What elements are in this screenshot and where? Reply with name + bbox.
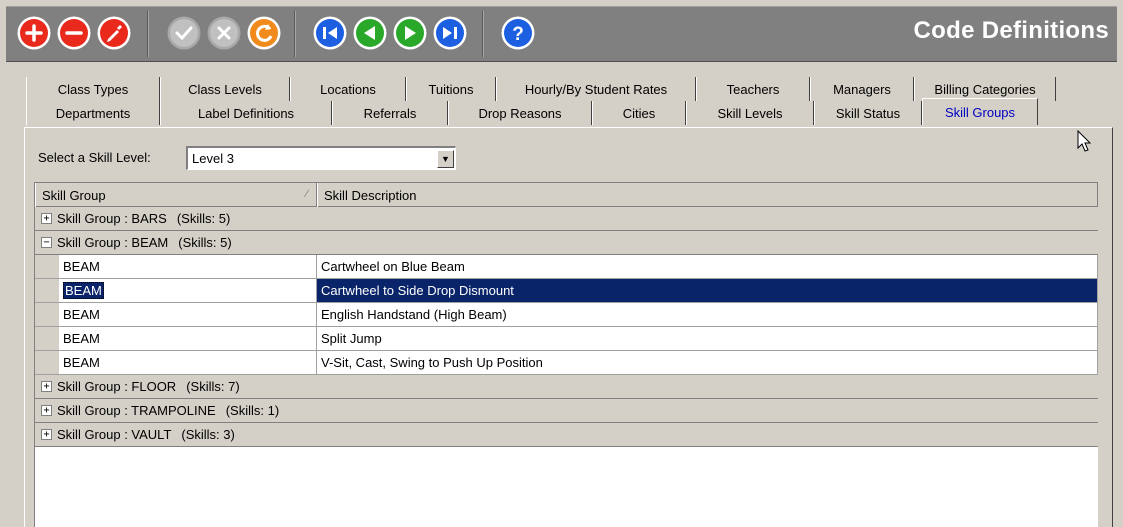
group-row[interactable]: + Skill Group : FLOOR (Skills: 7) <box>35 375 1098 399</box>
remove-icon[interactable] <box>56 15 92 51</box>
toolbar-separator <box>482 11 484 57</box>
tab-skill-status[interactable]: Skill Status <box>814 101 922 125</box>
row-indent <box>35 303 59 326</box>
tab-tuitions[interactable]: Tuitions <box>406 77 496 101</box>
table-row[interactable]: BEAM Cartwheel on Blue Beam <box>35 255 1098 279</box>
save-icon[interactable] <box>166 15 202 51</box>
cell-skill-group[interactable]: BEAM <box>59 279 317 302</box>
expand-icon[interactable]: + <box>41 429 52 440</box>
tab-class-levels[interactable]: Class Levels <box>160 77 290 101</box>
cell-skill-description[interactable]: English Handstand (High Beam) <box>317 303 1098 326</box>
table-row[interactable]: BEAM English Handstand (High Beam) <box>35 303 1098 327</box>
group-label: Skill Group : BARS <box>57 211 167 226</box>
group-count: (Skills: 7) <box>186 379 240 394</box>
cell-skill-group[interactable]: BEAM <box>59 303 317 326</box>
dropdown-arrow-icon[interactable]: ▼ <box>437 149 454 168</box>
group-label: Skill Group : VAULT <box>57 427 172 442</box>
cell-skill-description[interactable]: V-Sit, Cast, Swing to Push Up Position <box>317 351 1098 374</box>
group-label: Skill Group : FLOOR <box>57 379 177 394</box>
tab-referrals[interactable]: Referrals <box>332 101 448 125</box>
help-icon[interactable]: ? <box>500 15 536 51</box>
column-header-skill-description[interactable]: Skill Description <box>317 183 1098 207</box>
table-row[interactable]: BEAM Cartwheel to Side Drop Dismount <box>35 279 1098 303</box>
cell-text: BEAM <box>63 307 100 322</box>
table-row[interactable]: BEAM V-Sit, Cast, Swing to Push Up Positi… <box>35 351 1098 375</box>
group-count: (Skills: 1) <box>225 403 280 418</box>
cell-skill-description[interactable]: Cartwheel to Side Drop Dismount <box>317 279 1098 302</box>
group-row[interactable]: − Skill Group : BEAM (Skills: 5) <box>35 231 1098 255</box>
cell-text: BEAM <box>63 331 100 346</box>
tab-skill-levels[interactable]: Skill Levels <box>686 101 814 125</box>
cell-text: V-Sit, Cast, Swing to Push Up Position <box>321 355 543 370</box>
group-row[interactable]: + Skill Group : BARS (Skills: 5) <box>35 207 1098 231</box>
row-indent <box>35 255 59 278</box>
tab-skill-groups[interactable]: Skill Groups <box>922 98 1038 125</box>
grid-body: + Skill Group : BARS (Skills: 5) − Skill Gro… <box>35 207 1098 447</box>
column-header-skill-group[interactable]: Skill Group ⁄ <box>35 183 317 207</box>
cell-text: Cartwheel on Blue Beam <box>321 259 465 274</box>
cell-text: BEAM <box>63 355 100 370</box>
skill-level-select[interactable]: Level 3 ▼ <box>186 146 456 170</box>
cell-skill-description[interactable]: Cartwheel on Blue Beam <box>317 255 1098 278</box>
tab-hourly-by-student-rates[interactable]: Hourly/By Student Rates <box>496 77 696 101</box>
collapse-icon[interactable]: − <box>41 237 52 248</box>
expand-icon[interactable]: + <box>41 405 52 416</box>
tab-locations[interactable]: Locations <box>290 77 406 101</box>
cell-text: BEAM <box>63 259 100 274</box>
group-label: Skill Group : TRAMPOLINE <box>57 403 216 418</box>
toolbar-separator <box>147 11 149 57</box>
tab-row-back: Class Types Class Levels Locations Tuitions… <box>26 77 1056 101</box>
cell-skill-group[interactable]: BEAM <box>59 327 317 350</box>
group-count: (Skills: 5) <box>176 211 231 226</box>
cancel-icon[interactable] <box>206 15 242 51</box>
row-indent <box>35 279 59 302</box>
next-record-icon[interactable] <box>392 15 428 51</box>
add-icon[interactable] <box>16 15 52 51</box>
tab-drop-reasons[interactable]: Drop Reasons <box>448 101 592 125</box>
cell-skill-group[interactable]: BEAM <box>59 351 317 374</box>
window-title: Code Definitions <box>913 17 1109 44</box>
first-record-icon[interactable] <box>312 15 348 51</box>
last-record-icon[interactable] <box>432 15 468 51</box>
cell-skill-description[interactable]: Split Jump <box>317 327 1098 350</box>
grid-header: Skill Group ⁄ Skill Description <box>35 183 1098 207</box>
toolbar: Code Definitions ? <box>6 6 1117 62</box>
table-row[interactable]: BEAM Split Jump <box>35 327 1098 351</box>
skill-level-value: Level 3 <box>192 151 234 166</box>
tab-cities[interactable]: Cities <box>592 101 686 125</box>
cell-text: English Handstand (High Beam) <box>321 307 507 322</box>
skill-groups-grid: Skill Group ⁄ Skill Description + Skill G… <box>34 182 1098 527</box>
group-count: (Skills: 3) <box>181 427 235 442</box>
expand-icon[interactable]: + <box>41 213 52 224</box>
expand-icon[interactable]: + <box>41 381 52 392</box>
previous-record-icon[interactable] <box>352 15 388 51</box>
group-row[interactable]: + Skill Group : VAULT (Skills: 3) <box>35 423 1098 447</box>
group-row[interactable]: + Skill Group : TRAMPOLINE (Skills: 1) <box>35 399 1098 423</box>
tab-managers[interactable]: Managers <box>810 77 914 101</box>
cell-skill-group[interactable]: BEAM <box>59 255 317 278</box>
column-header-label: Skill Description <box>324 187 417 203</box>
cell-text: Split Jump <box>321 331 382 346</box>
refresh-icon[interactable] <box>246 15 282 51</box>
row-indent <box>35 351 59 374</box>
tab-departments[interactable]: Departments <box>26 101 160 125</box>
tab-label-definitions[interactable]: Label Definitions <box>160 101 332 125</box>
tab-class-types[interactable]: Class Types <box>26 77 160 101</box>
edit-icon[interactable] <box>96 15 132 51</box>
group-label: Skill Group : BEAM <box>57 235 169 250</box>
svg-text:?: ? <box>512 24 524 45</box>
group-count: (Skills: 5) <box>178 235 232 250</box>
sort-indicator-icon: ⁄ <box>306 188 308 200</box>
tab-teachers[interactable]: Teachers <box>696 77 810 101</box>
toolbar-separator <box>294 11 296 57</box>
mouse-cursor-icon <box>1077 130 1092 152</box>
row-indent <box>35 327 59 350</box>
tab-row-front: Departments Label Definitions Referrals Dro… <box>26 98 1038 125</box>
cell-text: Cartwheel to Side Drop Dismount <box>321 283 514 298</box>
column-header-label: Skill Group <box>42 187 106 203</box>
skill-level-label: Select a Skill Level: <box>38 150 151 165</box>
cell-text: BEAM <box>63 282 104 299</box>
